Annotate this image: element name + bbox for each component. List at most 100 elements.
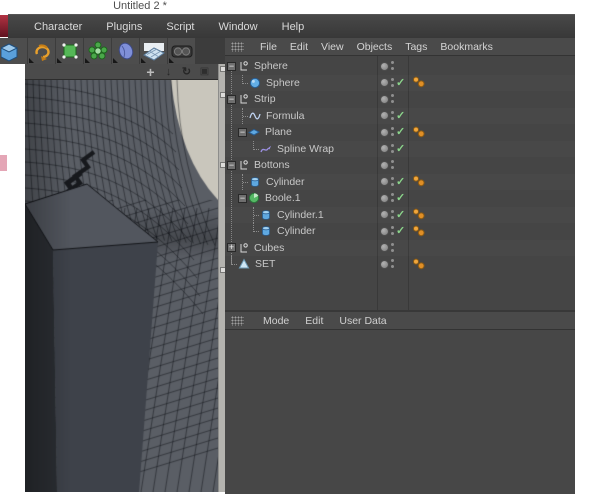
tree-row[interactable]: Strip: [225, 91, 575, 108]
object-label[interactable]: Plane: [265, 126, 292, 138]
object-label[interactable]: Bottons: [254, 159, 290, 171]
visibility-dot[interactable]: [380, 111, 389, 120]
editor-render-dots[interactable]: [391, 176, 394, 180]
menu-character[interactable]: Character: [34, 21, 82, 33]
expander-icon[interactable]: [227, 94, 236, 104]
null-object-icon[interactable]: [237, 93, 250, 105]
expander-icon[interactable]: [238, 127, 247, 137]
menu-script[interactable]: Script: [166, 21, 194, 33]
editor-render-dots[interactable]: [391, 209, 394, 213]
visibility-dot[interactable]: [380, 78, 389, 87]
tree-row[interactable]: SET: [225, 256, 575, 273]
splinewrap-object-icon[interactable]: [260, 143, 273, 155]
phong-tag-icon[interactable]: [412, 76, 426, 92]
editor-render-dots[interactable]: [391, 94, 394, 97]
visibility-dot[interactable]: [380, 94, 389, 104]
deformer-object-icon[interactable]: [112, 38, 139, 64]
plane-object-icon[interactable]: [248, 126, 261, 138]
pan-icon[interactable]: [145, 66, 156, 78]
visibility-dot[interactable]: [380, 160, 389, 170]
menu-window[interactable]: Window: [219, 21, 258, 33]
object-label[interactable]: Cylinder: [266, 176, 305, 188]
phong-tag-icon[interactable]: [412, 126, 426, 142]
expander-icon[interactable]: [227, 160, 236, 170]
visibility-dot[interactable]: [380, 61, 389, 71]
enable-checkmark-icon[interactable]: [396, 109, 408, 123]
enable-checkmark-icon[interactable]: [396, 125, 408, 139]
enable-checkmark-icon[interactable]: [396, 191, 408, 205]
om-menu-edit[interactable]: Edit: [290, 41, 308, 53]
camera-object-icon[interactable]: [168, 38, 195, 64]
visibility-dot[interactable]: [380, 127, 389, 137]
tree-row[interactable]: Cylinder: [225, 223, 575, 240]
boole-object-icon[interactable]: [248, 192, 261, 204]
toggle-layout-icon[interactable]: [199, 66, 210, 78]
editor-render-dots[interactable]: [391, 143, 394, 147]
sphere-object-icon[interactable]: [249, 77, 262, 89]
rotate-tool-icon[interactable]: [28, 38, 55, 64]
cone-object-icon[interactable]: [238, 258, 251, 270]
object-label[interactable]: Boole.1: [265, 192, 301, 204]
object-label[interactable]: Spline Wrap: [277, 143, 334, 155]
om-menu-file[interactable]: File: [260, 41, 277, 53]
tree-row[interactable]: Formula: [225, 107, 575, 124]
editor-render-dots[interactable]: [391, 259, 394, 262]
editor-render-dots[interactable]: [391, 77, 394, 81]
am-menu-userdata[interactable]: User Data: [339, 315, 386, 327]
visibility-dot[interactable]: [380, 210, 389, 219]
om-menu-objects[interactable]: Objects: [357, 41, 393, 53]
om-menu-view[interactable]: View: [321, 41, 344, 53]
null-object-icon[interactable]: [237, 159, 250, 171]
panel-grip-icon[interactable]: [231, 315, 244, 326]
om-menu-tags[interactable]: Tags: [405, 41, 427, 53]
editable-object-icon[interactable]: [56, 38, 83, 64]
editor-render-dots[interactable]: [391, 226, 394, 229]
expander-icon[interactable]: [227, 61, 236, 71]
cylinder-object-icon[interactable]: [249, 176, 262, 188]
null-object-icon[interactable]: [237, 60, 250, 72]
null-object-icon[interactable]: [237, 242, 250, 254]
enable-checkmark-icon[interactable]: [396, 175, 408, 189]
object-label[interactable]: Formula: [266, 110, 305, 122]
object-label[interactable]: Cylinder: [277, 225, 316, 237]
menu-plugins[interactable]: Plugins: [106, 21, 142, 33]
om-menu-bookmarks[interactable]: Bookmarks: [440, 41, 493, 53]
editor-render-dots[interactable]: [391, 127, 394, 130]
object-label[interactable]: Cubes: [254, 242, 284, 254]
editor-render-dots[interactable]: [391, 61, 394, 64]
editor-render-dots[interactable]: [391, 242, 394, 246]
object-label[interactable]: Cylinder.1: [277, 209, 324, 221]
object-label[interactable]: Sphere: [254, 60, 288, 72]
enable-checkmark-icon[interactable]: [396, 142, 408, 156]
cube-primitive-icon[interactable]: [0, 38, 27, 64]
visibility-dot[interactable]: [380, 177, 389, 186]
tree-row[interactable]: Cylinder: [225, 173, 575, 191]
expander-icon[interactable]: [238, 193, 247, 203]
cylinder-object-icon[interactable]: [260, 225, 273, 237]
visibility-dot[interactable]: [380, 243, 389, 252]
zoom-icon[interactable]: [163, 66, 174, 78]
viewport-canvas[interactable]: [25, 80, 218, 492]
visibility-dot[interactable]: [380, 259, 389, 269]
menu-help[interactable]: Help: [282, 21, 305, 33]
am-menu-mode[interactable]: Mode: [263, 315, 289, 327]
rotate-view-icon[interactable]: [181, 66, 192, 78]
tree-row[interactable]: Cubes: [225, 240, 575, 257]
visibility-dot[interactable]: [380, 226, 389, 236]
panel-grip-icon[interactable]: [231, 41, 244, 52]
tree-row[interactable]: Sphere: [225, 58, 575, 75]
visibility-dot[interactable]: [380, 193, 389, 203]
phong-tag-icon[interactable]: [412, 225, 426, 241]
object-label[interactable]: SET: [255, 258, 275, 270]
array-object-icon[interactable]: [84, 38, 111, 64]
am-menu-edit[interactable]: Edit: [305, 315, 323, 327]
enable-checkmark-icon[interactable]: [396, 76, 408, 90]
visibility-dot[interactable]: [380, 144, 389, 153]
cylinder-object-icon[interactable]: [260, 209, 273, 221]
editor-render-dots[interactable]: [391, 160, 394, 163]
object-label[interactable]: Strip: [254, 93, 276, 105]
phong-tag-icon[interactable]: [412, 175, 426, 191]
editor-render-dots[interactable]: [391, 110, 394, 114]
tree-row[interactable]: Cylinder.1: [225, 206, 575, 223]
enable-checkmark-icon[interactable]: [396, 208, 408, 222]
